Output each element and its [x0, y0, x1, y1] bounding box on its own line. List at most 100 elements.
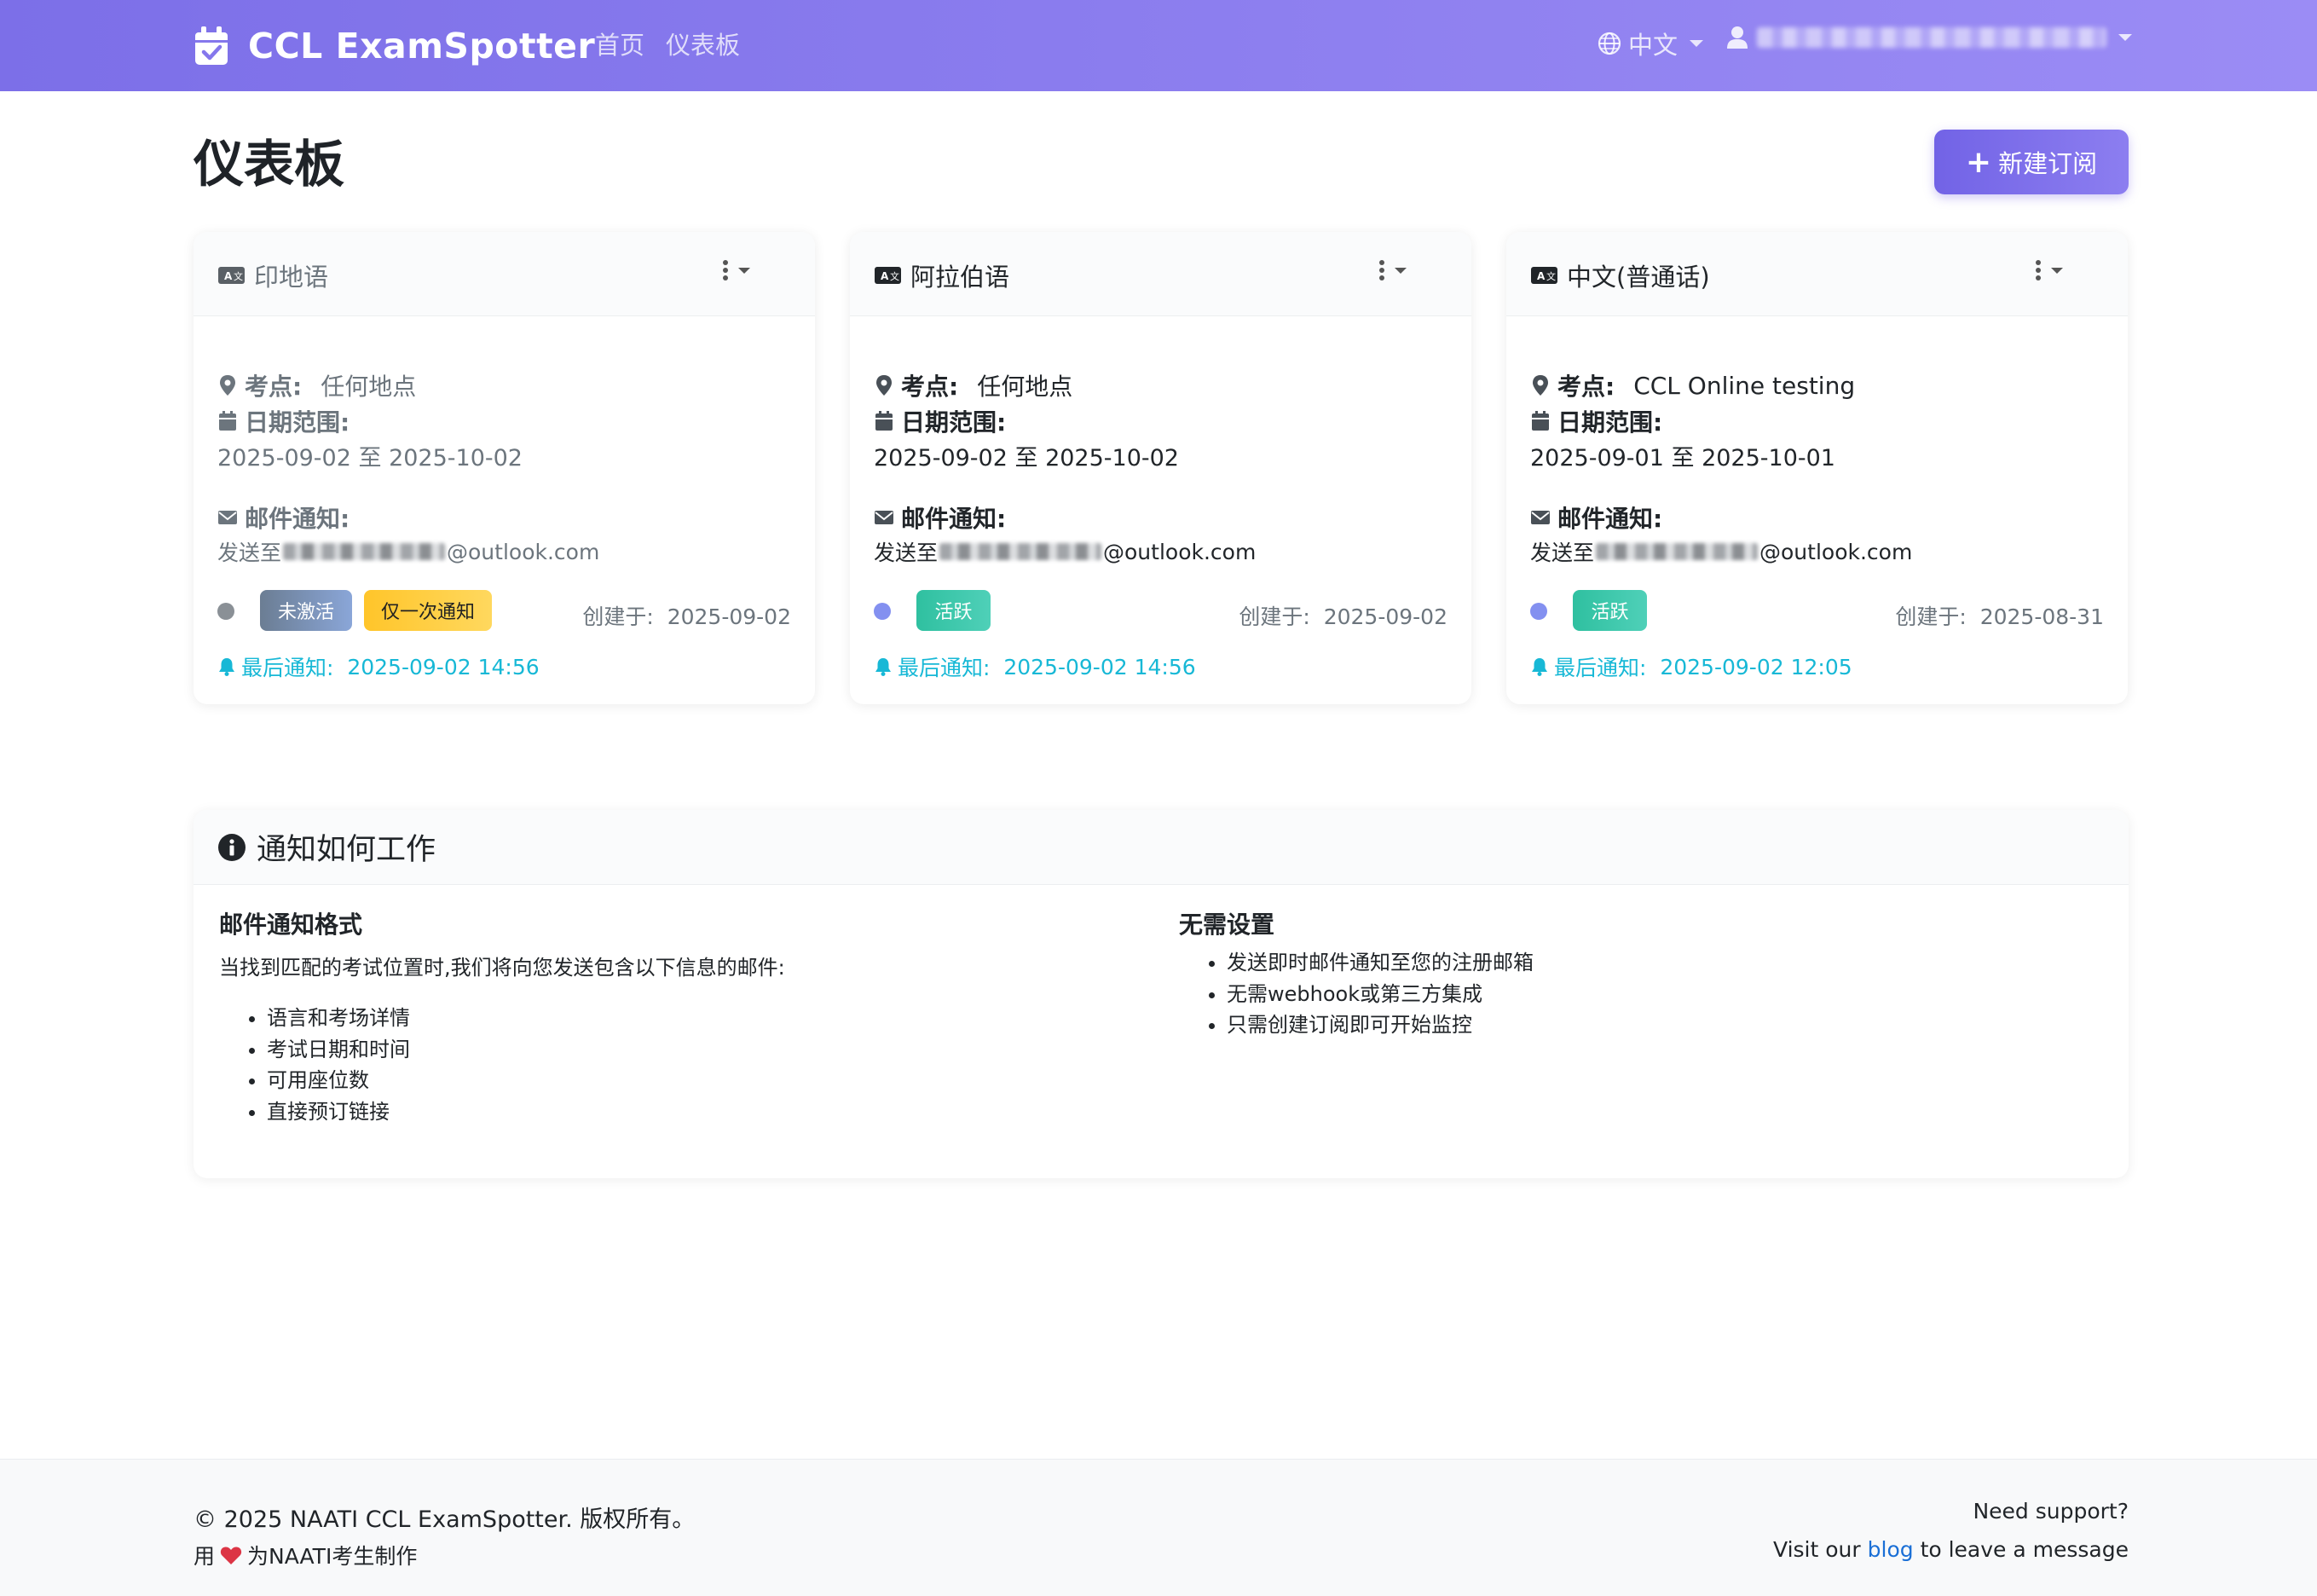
- copyright: © 2025 NAATI CCL ExamSpotter. 版权所有。: [194, 1506, 696, 1533]
- svg-text:文: 文: [1546, 270, 1556, 282]
- info-title: 通知如何工作: [217, 825, 436, 869]
- bell-icon: [1532, 658, 1547, 676]
- date-range-label-row: 日期范围:: [874, 404, 1006, 438]
- created-date: 创建于: 2025-09-02: [1239, 600, 1447, 631]
- map-marker-icon: [876, 375, 892, 396]
- no-setup-list: 发送即时邮件通知至您的注册邮箱 无需webhook或第三方集成 只需创建订阅即可…: [1203, 947, 1534, 1041]
- chevron-down-icon: [2051, 268, 2063, 274]
- email-label-row: 邮件通知:: [1530, 500, 1662, 535]
- blog-link[interactable]: blog: [1868, 1537, 1914, 1562]
- list-item: 可用座位数: [267, 1065, 410, 1096]
- footer: © 2025 NAATI CCL ExamSpotter. 版权所有。 用 为N…: [0, 1459, 2317, 1596]
- last-notified: 最后通知: 2025-09-02 14:56: [874, 651, 1196, 682]
- svg-text:A: A: [224, 270, 233, 282]
- email-label-row: 邮件通知:: [874, 500, 1006, 535]
- email-recipient: 发送至 @outlook.com: [217, 536, 599, 567]
- card-language: 中文(普通话): [1567, 263, 1710, 292]
- visit-blog-text: Visit our blog to leave a message: [1773, 1537, 2129, 1562]
- send-to-label: 发送至: [217, 541, 282, 565]
- plus-icon: +: [1965, 144, 1992, 180]
- calendar-icon: [875, 411, 893, 431]
- map-marker-icon: [220, 375, 235, 396]
- card-title: A 文 阿拉伯语: [874, 257, 1009, 293]
- location-label: 考点:: [1557, 373, 1615, 401]
- card-header: A 文 印地语: [194, 232, 815, 316]
- user-icon: [1727, 26, 1748, 49]
- language-label: 中文: [1628, 31, 1679, 60]
- heart-icon: [220, 1546, 242, 1564]
- card-actions-menu[interactable]: [723, 260, 757, 286]
- card-header: A 文 阿拉伯语: [850, 232, 1471, 316]
- list-item: 只需创建订阅即可开始监控: [1227, 1009, 1534, 1041]
- location-row: 考点: 任何地点: [874, 368, 1072, 402]
- envelope-icon: [875, 511, 893, 524]
- nav-link-home[interactable]: 首页: [595, 26, 644, 61]
- svg-text:文: 文: [234, 270, 243, 282]
- notify-once-badge: 仅一次通知: [364, 590, 492, 631]
- card-actions-menu[interactable]: [2036, 260, 2070, 286]
- created-value: 2025-09-02: [667, 604, 791, 629]
- user-menu-dropdown[interactable]: [1726, 26, 2132, 49]
- email-label-row: 邮件通知:: [217, 500, 350, 535]
- email-format-heading: 邮件通知格式: [219, 911, 363, 939]
- date-range-label-row: 日期范围:: [217, 404, 350, 438]
- email-format-intro: 当找到匹配的考试位置时,我们将向您发送包含以下信息的邮件:: [219, 956, 785, 980]
- email-label: 邮件通知:: [1557, 505, 1663, 533]
- email-recipient: 发送至 @outlook.com: [1530, 536, 1912, 567]
- last-notified-label: 最后通知:: [241, 656, 334, 680]
- created-date: 创建于: 2025-09-02: [582, 600, 791, 631]
- visit-suffix: to leave a message: [1920, 1537, 2129, 1562]
- last-notified-label: 最后通知:: [1554, 656, 1647, 680]
- translate-icon: A 文: [875, 267, 901, 284]
- made-prefix: 用: [194, 1544, 216, 1569]
- envelope-icon: [1531, 511, 1550, 524]
- last-notified: 最后通知: 2025-09-02 14:56: [217, 651, 540, 682]
- date-range-label: 日期范围:: [901, 408, 1007, 437]
- made-suffix: 为NAATI考生制作: [247, 1544, 418, 1569]
- created-label: 创建于:: [1895, 604, 1967, 629]
- language-dropdown[interactable]: 中文: [1598, 26, 1704, 61]
- location-label: 考点:: [245, 373, 303, 401]
- date-range-value: 2025-09-02 至 2025-10-02: [874, 445, 1179, 471]
- made-with-love: 用 为NAATI考生制作: [194, 1540, 417, 1570]
- info-circle-icon: [218, 833, 246, 861]
- user-email-redacted: [1757, 27, 2106, 48]
- list-item: 无需webhook或第三方集成: [1227, 979, 1534, 1010]
- date-range-label: 日期范围:: [1557, 408, 1663, 437]
- nav-link-dashboard[interactable]: 仪表板: [666, 26, 740, 61]
- status-dot: [1530, 603, 1547, 620]
- email-redacted: [283, 543, 446, 560]
- send-to-label: 发送至: [1530, 541, 1595, 565]
- status-badge: 未激活: [260, 590, 352, 631]
- new-subscription-button[interactable]: + 新建订阅: [1934, 130, 2129, 194]
- more-vertical-icon: [723, 260, 728, 283]
- brand-name: CCL ExamSpotter: [248, 26, 596, 66]
- location-value: CCL Online testing: [1633, 371, 1856, 400]
- translate-icon: A 文: [1531, 267, 1557, 284]
- map-marker-icon: [1533, 375, 1548, 396]
- page-title: 仪表板: [194, 135, 345, 194]
- chevron-down-icon: [1690, 40, 1704, 47]
- list-item: 直接预订链接: [267, 1096, 410, 1128]
- status-badge: 活跃: [916, 590, 991, 631]
- bell-icon: [219, 658, 234, 676]
- location-row: 考点: 任何地点: [217, 368, 416, 402]
- date-range-value: 2025-09-02 至 2025-10-02: [217, 445, 523, 471]
- location-value: 任何地点: [977, 373, 1073, 401]
- last-notified-value: 2025-09-02 12:05: [1660, 654, 1852, 679]
- location-label: 考点:: [901, 373, 959, 401]
- subscription-card: A 文 中文(普通话) 考点: CCL Online testing 日期范围:…: [1506, 232, 2128, 704]
- info-header: 通知如何工作: [194, 810, 2129, 885]
- created-value: 2025-08-31: [1979, 604, 2104, 629]
- last-notified-label: 最后通知:: [898, 656, 991, 680]
- email-domain: @outlook.com: [447, 539, 600, 564]
- info-title-text: 通知如何工作: [257, 833, 436, 867]
- list-item: 发送即时邮件通知至您的注册邮箱: [1227, 947, 1534, 979]
- card-actions-menu[interactable]: [1379, 260, 1413, 286]
- last-notified: 最后通知: 2025-09-02 12:05: [1530, 651, 1852, 682]
- translate-icon: A 文: [218, 267, 245, 284]
- last-notified-value: 2025-09-02 14:56: [1003, 654, 1196, 679]
- brand[interactable]: CCL ExamSpotter: [194, 22, 595, 70]
- subscription-card: A 文 阿拉伯语 考点: 任何地点 日期范围: 2025-09-02 至 202…: [850, 232, 1471, 704]
- location-value: 任何地点: [321, 373, 417, 401]
